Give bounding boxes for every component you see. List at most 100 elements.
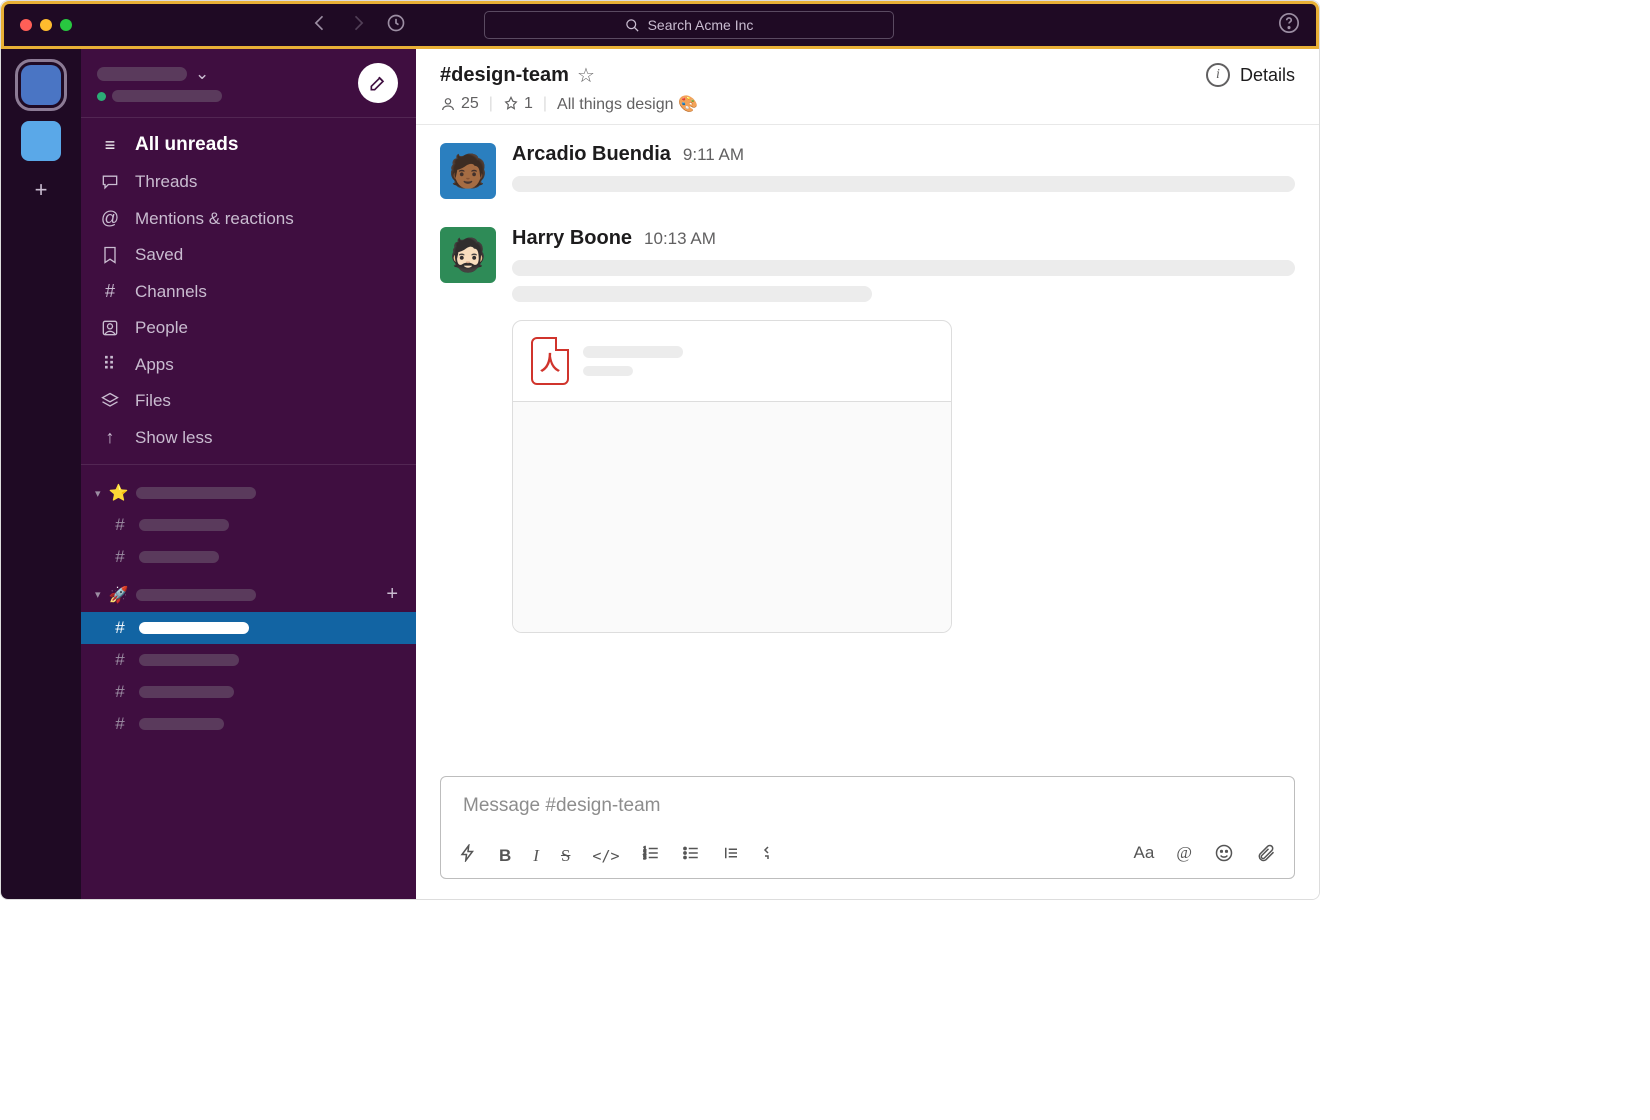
section-custom-header[interactable]: ▾ 🚀 + xyxy=(81,573,416,612)
format-button[interactable]: Aa xyxy=(1134,843,1155,868)
search-placeholder: Search Acme Inc xyxy=(648,17,754,33)
hash-icon: # xyxy=(111,515,129,535)
sidebar: ⌄ ≡All unreads Threads @Mentions & react… xyxy=(81,49,416,899)
title-bar: Search Acme Inc xyxy=(1,1,1319,49)
avatar[interactable]: 🧑🏾 xyxy=(440,143,496,199)
apps-icon: ⠿ xyxy=(99,354,121,375)
add-workspace-button[interactable]: + xyxy=(35,177,48,203)
message-time: 10:13 AM xyxy=(644,229,716,249)
workspace-header[interactable]: ⌄ xyxy=(81,49,416,118)
close-window-button[interactable] xyxy=(20,19,32,31)
compose-button[interactable] xyxy=(358,63,398,103)
hash-icon: # xyxy=(111,650,129,670)
workspace-name-placeholder xyxy=(97,67,187,81)
pin-icon xyxy=(503,96,519,112)
message-sender[interactable]: Harry Boone xyxy=(512,227,632,250)
attach-button[interactable] xyxy=(1256,843,1276,868)
code-block-button[interactable] xyxy=(762,844,780,867)
maximize-window-button[interactable] xyxy=(60,19,72,31)
nav-channels[interactable]: #Channels xyxy=(81,273,416,310)
user-name-placeholder xyxy=(112,90,222,102)
shortcuts-button[interactable] xyxy=(459,844,477,867)
bullet-list-button[interactable] xyxy=(682,844,700,867)
hash-icon: # xyxy=(111,618,129,638)
nav-show-less[interactable]: ↑Show less xyxy=(81,419,416,456)
channel-item[interactable]: # xyxy=(81,509,416,541)
caret-down-icon: ▾ xyxy=(95,588,101,601)
composer-toolbar: B I S </> 123 Aa @ xyxy=(441,835,1294,878)
italic-button[interactable]: I xyxy=(533,846,539,866)
hash-icon: # xyxy=(111,714,129,734)
bold-button[interactable]: B xyxy=(499,846,511,866)
details-button[interactable]: i Details xyxy=(1206,63,1295,87)
nav-all-unreads[interactable]: ≡All unreads xyxy=(81,126,416,164)
file-name-placeholder xyxy=(583,346,683,358)
caret-down-icon: ▾ xyxy=(95,487,101,500)
message-composer[interactable]: Message #design-team B I S </> 123 Aa @ xyxy=(440,776,1295,879)
composer-input[interactable]: Message #design-team xyxy=(441,777,1294,835)
star-channel-button[interactable]: ☆ xyxy=(577,63,595,88)
nav-threads[interactable]: Threads xyxy=(81,164,416,200)
window-controls xyxy=(20,19,72,31)
channel-topic[interactable]: All things design 🎨 xyxy=(557,94,698,114)
palette-emoji-icon: 🎨 xyxy=(678,96,698,113)
chevron-down-icon: ⌄ xyxy=(195,64,209,84)
message: 🧔🏻 Harry Boone 10:13 AM 人 xyxy=(440,227,1295,633)
message-text-placeholder xyxy=(512,286,872,302)
file-preview xyxy=(513,402,951,632)
minimize-window-button[interactable] xyxy=(40,19,52,31)
section-starred-header[interactable]: ▾ ⭐ xyxy=(81,473,416,509)
avatar[interactable]: 🧔🏻 xyxy=(440,227,496,283)
nav-apps[interactable]: ⠿Apps xyxy=(81,346,416,383)
file-attachment[interactable]: 人 xyxy=(512,320,952,633)
blockquote-button[interactable] xyxy=(722,844,740,867)
nav-saved[interactable]: Saved xyxy=(81,237,416,273)
channel-item-selected[interactable]: # xyxy=(81,612,416,644)
all-unreads-icon: ≡ xyxy=(99,135,121,156)
help-button[interactable] xyxy=(1278,12,1300,39)
hash-icon: # xyxy=(111,547,129,567)
star-emoji-icon: ⭐ xyxy=(109,483,129,503)
people-icon xyxy=(99,318,121,338)
hash-icon: # xyxy=(111,682,129,702)
message-list: 🧑🏾 Arcadio Buendia 9:11 AM 🧔🏻 Harry Boone… xyxy=(416,125,1319,768)
rocket-emoji-icon: 🚀 xyxy=(109,585,129,605)
strikethrough-button[interactable]: S xyxy=(561,846,570,866)
nav-files[interactable]: Files xyxy=(81,383,416,419)
message-time: 9:11 AM xyxy=(683,145,744,165)
message-text-placeholder xyxy=(512,176,1295,192)
channel-item[interactable]: # xyxy=(81,644,416,676)
info-icon: i xyxy=(1206,63,1230,87)
member-count[interactable]: 25 xyxy=(440,95,479,113)
person-icon xyxy=(440,96,456,112)
nav-people[interactable]: People xyxy=(81,310,416,346)
message-sender[interactable]: Arcadio Buendia xyxy=(512,143,671,166)
forward-button[interactable] xyxy=(348,13,368,38)
channel-item[interactable]: # xyxy=(81,676,416,708)
history-button[interactable] xyxy=(386,13,406,38)
ordered-list-button[interactable]: 123 xyxy=(642,844,660,867)
channel-item[interactable]: # xyxy=(81,708,416,740)
channel-name[interactable]: #design-team xyxy=(440,64,569,87)
code-button[interactable]: </> xyxy=(592,847,619,865)
search-icon xyxy=(625,18,640,33)
pinned-count[interactable]: 1 xyxy=(503,95,533,113)
workspace-switcher-2[interactable] xyxy=(21,121,61,161)
emoji-button[interactable] xyxy=(1214,843,1234,868)
back-button[interactable] xyxy=(310,13,330,38)
nav-mentions[interactable]: @Mentions & reactions xyxy=(81,200,416,237)
add-channel-button[interactable]: + xyxy=(386,583,398,606)
threads-icon xyxy=(99,172,121,192)
pdf-file-icon: 人 xyxy=(531,337,569,385)
main-panel: #design-team ☆ 25 | 1 | All things desig… xyxy=(416,49,1319,899)
search-input[interactable]: Search Acme Inc xyxy=(484,11,894,39)
channel-item[interactable]: # xyxy=(81,541,416,573)
mention-button[interactable]: @ xyxy=(1176,843,1192,868)
svg-text:3: 3 xyxy=(643,855,646,861)
section-name-placeholder xyxy=(136,589,256,601)
channel-header: #design-team ☆ 25 | 1 | All things desig… xyxy=(416,49,1319,125)
section-name-placeholder xyxy=(136,487,256,499)
workspace-switcher-1[interactable] xyxy=(21,65,61,105)
file-meta-placeholder xyxy=(583,366,633,376)
mentions-icon: @ xyxy=(99,208,121,229)
